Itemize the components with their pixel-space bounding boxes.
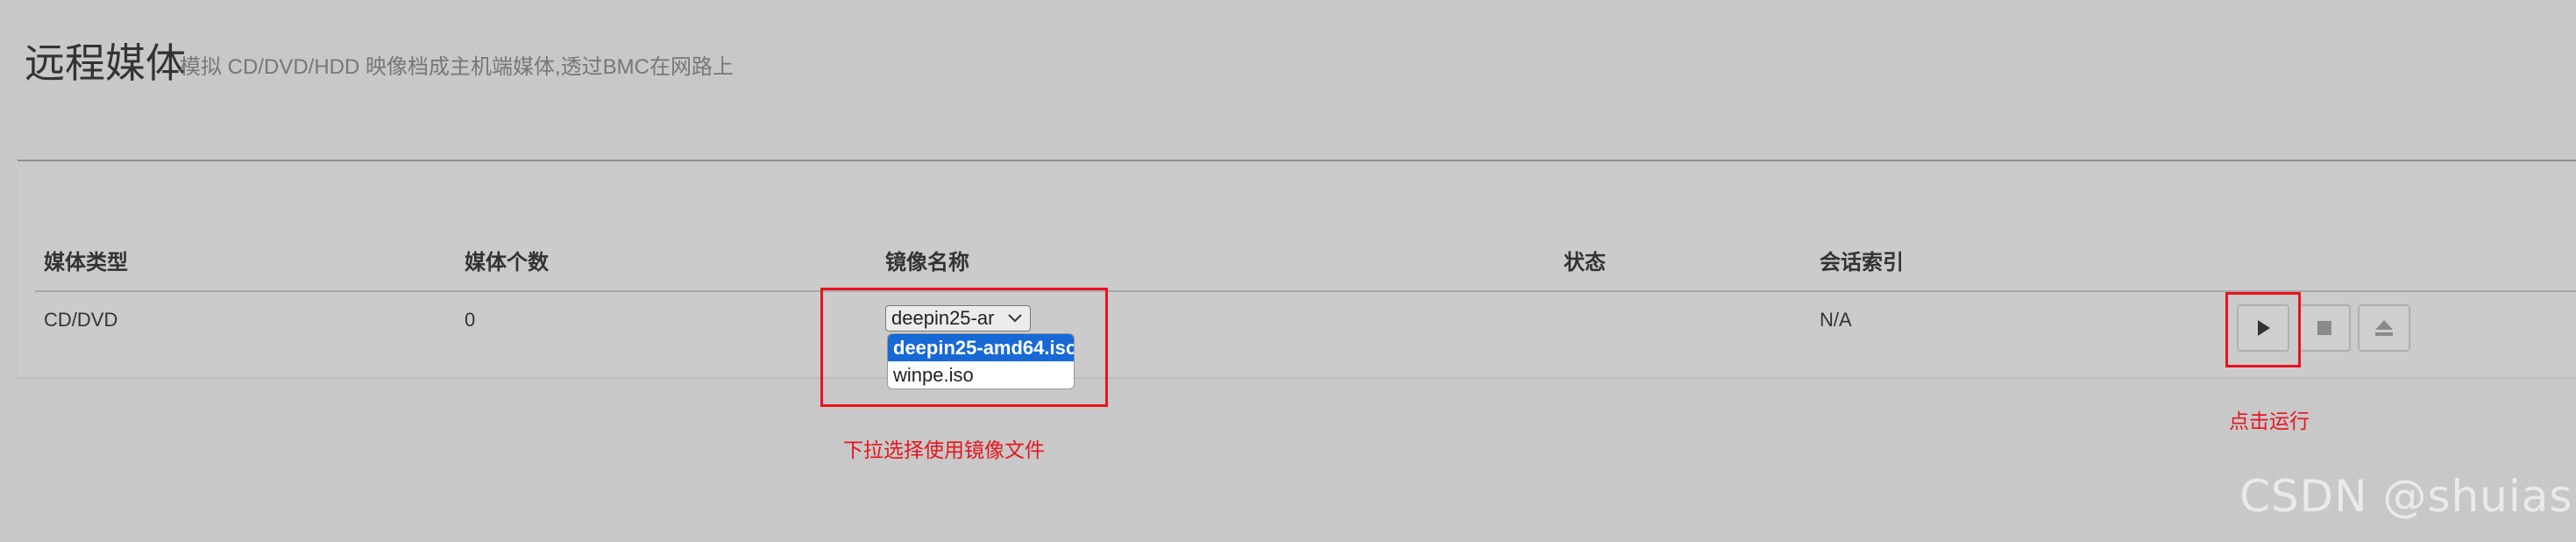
header-status: 状态 bbox=[1564, 251, 1606, 275]
watermark: CSDN @shuias bbox=[2239, 471, 2573, 522]
select-hint-annotation: 下拉选择使用镜像文件 bbox=[843, 439, 1045, 461]
header-session-index: 会话索引 bbox=[1820, 251, 1904, 275]
header-image-name: 镜像名称 bbox=[885, 251, 969, 275]
page-subtitle: 模拟 CD/DVD/HDD 映像档成主机端媒体,透过BMC在网路上 bbox=[180, 55, 734, 79]
media-panel bbox=[18, 167, 2576, 379]
header-media-count: 媒体个数 bbox=[465, 251, 549, 275]
cell-session-index: N/A bbox=[1820, 309, 1852, 331]
stop-button[interactable] bbox=[2298, 304, 2351, 352]
header-divider bbox=[18, 160, 2576, 161]
cell-media-count: 0 bbox=[465, 309, 476, 331]
table-header-line bbox=[35, 290, 2576, 292]
eject-button[interactable] bbox=[2358, 304, 2410, 352]
header-media-type: 媒体类型 bbox=[44, 251, 128, 275]
cell-media-type: CD/DVD bbox=[44, 309, 118, 331]
play-highlight-box bbox=[2225, 292, 2301, 367]
run-hint-annotation: 点击运行 bbox=[2229, 410, 2310, 432]
page-title: 远程媒体 bbox=[25, 40, 186, 86]
select-highlight-box bbox=[820, 288, 1108, 407]
stop-icon bbox=[2317, 321, 2331, 335]
eject-icon bbox=[2375, 320, 2393, 336]
